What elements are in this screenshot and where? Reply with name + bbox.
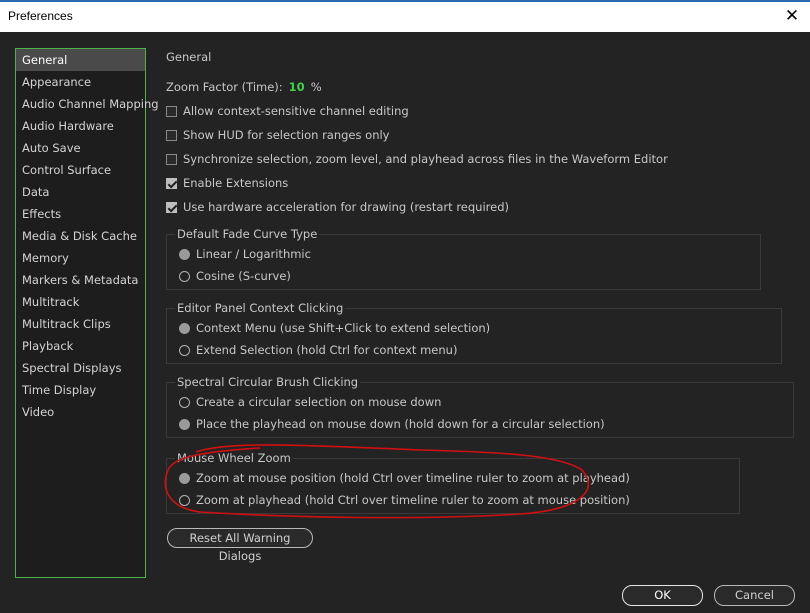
- sidebar-item-effects[interactable]: Effects: [16, 203, 145, 225]
- synchronize-checkbox[interactable]: [166, 153, 177, 165]
- fade-linear-option[interactable]: Linear / Logarithmic: [179, 247, 311, 261]
- context-sensitive-checkbox[interactable]: [166, 105, 177, 117]
- fade-curve-group: Default Fade Curve Type Linear / Logarit…: [166, 227, 761, 290]
- checkbox-label: Synchronize selection, zoom level, and p…: [183, 152, 668, 166]
- checkbox-row-hardware-acceleration[interactable]: Use hardware acceleration for drawing (r…: [166, 200, 509, 214]
- place-playhead-option[interactable]: Place the playhead on mouse down (hold d…: [179, 417, 605, 431]
- radio-button[interactable]: [179, 418, 190, 430]
- fade-cosine-option[interactable]: Cosine (S-curve): [179, 269, 291, 283]
- checkbox-row-show-hud[interactable]: Show HUD for selection ranges only: [166, 128, 389, 142]
- radio-button[interactable]: [179, 270, 190, 282]
- sidebar-item-playback[interactable]: Playback: [16, 335, 145, 357]
- context-menu-option[interactable]: Context Menu (use Shift+Click to extend …: [179, 321, 490, 335]
- sidebar-item-control-surface[interactable]: Control Surface: [16, 159, 145, 181]
- sidebar-item-multitrack-clips[interactable]: Multitrack Clips: [16, 313, 145, 335]
- checkbox-row-synchronize[interactable]: Synchronize selection, zoom level, and p…: [166, 152, 668, 166]
- radio-button[interactable]: [179, 494, 190, 506]
- sidebar-item-data[interactable]: Data: [16, 181, 145, 203]
- mouse-wheel-zoom-group: Mouse Wheel Zoom Zoom at mouse position …: [166, 451, 740, 514]
- show-hud-checkbox[interactable]: [166, 129, 177, 141]
- ok-button[interactable]: OK: [622, 585, 703, 606]
- radio-label: Zoom at playhead (hold Ctrl over timelin…: [196, 493, 630, 507]
- close-icon[interactable]: ✕: [782, 6, 802, 26]
- hardware-acceleration-checkbox[interactable]: [166, 201, 177, 213]
- extend-selection-option[interactable]: Extend Selection (hold Ctrl for context …: [179, 343, 457, 357]
- group-title: Spectral Circular Brush Clicking: [175, 375, 361, 389]
- editor-click-group: Editor Panel Context Clicking Context Me…: [166, 301, 782, 364]
- checkbox-label: Show HUD for selection ranges only: [183, 128, 390, 142]
- sidebar-item-video[interactable]: Video: [16, 401, 145, 423]
- zoom-factor-value[interactable]: 10: [289, 80, 305, 94]
- radio-button[interactable]: [179, 472, 190, 484]
- checkbox-row-enable-extensions[interactable]: Enable Extensions: [166, 176, 288, 190]
- sidebar-item-memory[interactable]: Memory: [16, 247, 145, 269]
- sidebar-item-general[interactable]: General: [16, 49, 145, 71]
- sidebar-item-markers-metadata[interactable]: Markers & Metadata: [16, 269, 145, 291]
- sidebar-item-spectral-displays[interactable]: Spectral Displays: [16, 357, 145, 379]
- circular-selection-option[interactable]: Create a circular selection on mouse dow…: [179, 395, 441, 409]
- radio-label: Extend Selection (hold Ctrl for context …: [196, 343, 458, 357]
- sidebar-item-appearance[interactable]: Appearance: [16, 71, 145, 93]
- section-title: General: [166, 50, 212, 64]
- zoom-factor-row: Zoom Factor (Time): 10 %: [166, 80, 322, 94]
- zoom-mouse-position-option[interactable]: Zoom at mouse position (hold Ctrl over t…: [179, 471, 630, 485]
- group-title: Editor Panel Context Clicking: [175, 301, 346, 315]
- sidebar-item-audio-hardware[interactable]: Audio Hardware: [16, 115, 145, 137]
- sidebar-item-media-disk-cache[interactable]: Media & Disk Cache: [16, 225, 145, 247]
- zoom-factor-unit: %: [310, 80, 322, 94]
- enable-extensions-checkbox[interactable]: [166, 177, 177, 189]
- spectral-brush-group: Spectral Circular Brush Clicking Create …: [166, 375, 794, 438]
- preferences-sidebar: General Appearance Audio Channel Mapping…: [15, 48, 159, 578]
- radio-label: Linear / Logarithmic: [196, 247, 311, 261]
- radio-label: Cosine (S-curve): [196, 269, 291, 283]
- checkbox-label: Allow context-sensitive channel editing: [183, 104, 409, 118]
- radio-button[interactable]: [179, 344, 190, 356]
- group-title: Mouse Wheel Zoom: [175, 451, 293, 465]
- radio-label: Context Menu (use Shift+Click to extend …: [196, 321, 491, 335]
- radio-label: Create a circular selection on mouse dow…: [196, 395, 442, 409]
- radio-label: Place the playhead on mouse down (hold d…: [196, 417, 605, 431]
- zoom-factor-label: Zoom Factor (Time):: [166, 80, 283, 94]
- sidebar-item-audio-channel-mapping[interactable]: Audio Channel Mapping: [16, 93, 159, 115]
- sidebar-item-multitrack[interactable]: Multitrack: [16, 291, 145, 313]
- radio-button[interactable]: [179, 248, 190, 260]
- reset-warning-dialogs-button[interactable]: Reset All Warning Dialogs: [167, 528, 313, 563]
- radio-button[interactable]: [179, 396, 190, 408]
- checkbox-label: Enable Extensions: [183, 176, 289, 190]
- title-bar: Preferences ✕: [0, 0, 810, 32]
- checkbox-row-context-sensitive[interactable]: Allow context-sensitive channel editing: [166, 104, 409, 118]
- radio-label: Zoom at mouse position (hold Ctrl over t…: [196, 471, 630, 485]
- radio-button[interactable]: [179, 322, 190, 334]
- group-title: Default Fade Curve Type: [175, 227, 320, 241]
- cancel-button[interactable]: Cancel: [714, 585, 795, 606]
- window-title: Preferences: [8, 9, 73, 23]
- sidebar-item-time-display[interactable]: Time Display: [16, 379, 145, 401]
- zoom-playhead-option[interactable]: Zoom at playhead (hold Ctrl over timelin…: [179, 493, 630, 507]
- sidebar-item-auto-save[interactable]: Auto Save: [16, 137, 145, 159]
- checkbox-label: Use hardware acceleration for drawing (r…: [183, 200, 509, 214]
